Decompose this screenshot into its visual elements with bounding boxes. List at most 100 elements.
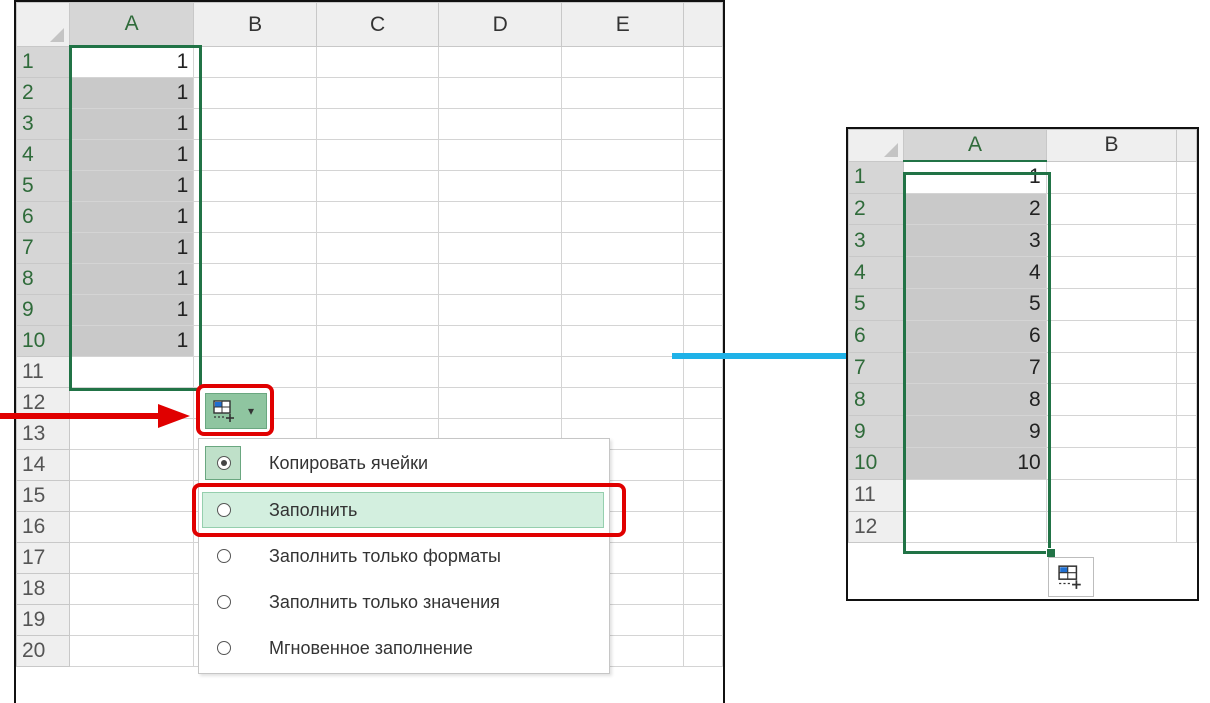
cell[interactable] <box>193 263 317 295</box>
row-header[interactable]: 9 <box>848 415 905 448</box>
cell[interactable] <box>1176 383 1197 417</box>
cell[interactable] <box>683 294 723 326</box>
cell[interactable] <box>315 294 440 326</box>
cell[interactable] <box>1176 510 1197 544</box>
row-header[interactable]: 18 <box>16 573 70 605</box>
cell-a10[interactable]: 1 <box>68 325 195 357</box>
row-header[interactable]: 20 <box>16 635 70 667</box>
cell-a9[interactable]: 1 <box>68 294 195 326</box>
cell-a4[interactable]: 4 <box>903 256 1047 289</box>
cell-a3[interactable]: 3 <box>903 224 1047 258</box>
cell[interactable] <box>683 573 723 605</box>
cell[interactable] <box>1176 287 1197 321</box>
row-header[interactable]: 12 <box>848 510 905 544</box>
cell[interactable] <box>438 108 562 140</box>
cell-a6[interactable]: 6 <box>903 319 1047 353</box>
cell[interactable] <box>68 449 195 481</box>
row-header[interactable]: 2 <box>16 77 70 109</box>
column-header-a[interactable]: A <box>903 129 1047 163</box>
row-header[interactable]: 11 <box>848 478 905 512</box>
cell[interactable] <box>560 170 685 202</box>
cell[interactable] <box>315 170 440 202</box>
column-header-c[interactable] <box>1176 129 1197 162</box>
cell[interactable] <box>683 232 723 264</box>
cell[interactable] <box>1176 351 1197 385</box>
cell[interactable] <box>1176 478 1197 512</box>
cell[interactable] <box>68 542 195 574</box>
cell[interactable] <box>1045 287 1178 321</box>
row-header[interactable]: 8 <box>16 263 70 295</box>
cell[interactable] <box>315 232 440 264</box>
select-all-corner[interactable] <box>16 2 70 47</box>
cell[interactable] <box>683 387 723 419</box>
cell[interactable] <box>438 387 562 419</box>
cell[interactable] <box>1045 510 1178 544</box>
cell[interactable] <box>1045 319 1178 353</box>
cell[interactable] <box>683 77 723 109</box>
cell[interactable] <box>683 635 723 667</box>
cell[interactable] <box>315 325 440 357</box>
cell-a5[interactable]: 5 <box>903 287 1047 321</box>
row-header[interactable]: 4 <box>16 139 70 171</box>
cell-a9[interactable]: 9 <box>903 415 1047 448</box>
cell[interactable] <box>315 108 440 140</box>
row-header[interactable]: 3 <box>16 108 70 140</box>
cell[interactable] <box>68 356 195 388</box>
cell[interactable] <box>560 356 685 388</box>
cell[interactable] <box>1045 478 1178 512</box>
row-header[interactable]: 6 <box>16 201 70 233</box>
cell[interactable] <box>1045 224 1178 258</box>
row-header[interactable]: 3 <box>848 224 905 258</box>
cell[interactable] <box>1045 192 1178 226</box>
cell[interactable] <box>683 201 723 233</box>
cell[interactable] <box>560 46 685 78</box>
cell[interactable] <box>438 232 562 264</box>
menu-item-copy-cells[interactable]: Копировать ячейки <box>199 441 609 487</box>
select-all-corner[interactable] <box>848 129 905 162</box>
cell-a8[interactable]: 8 <box>903 383 1047 417</box>
cell-a1[interactable]: 1 <box>903 160 1047 194</box>
cell[interactable] <box>560 263 685 295</box>
cell-a10[interactable]: 10 <box>903 446 1047 480</box>
cell[interactable] <box>1176 319 1197 353</box>
column-header-e[interactable]: E <box>560 2 685 47</box>
cell[interactable] <box>68 604 195 636</box>
row-header[interactable]: 10 <box>848 446 905 480</box>
cell[interactable] <box>1045 383 1178 417</box>
row-header[interactable]: 7 <box>16 232 70 264</box>
cell-a2[interactable]: 2 <box>903 192 1047 226</box>
cell-a7[interactable]: 1 <box>68 232 195 264</box>
cell[interactable] <box>683 46 723 78</box>
cell-a2[interactable]: 1 <box>68 77 195 109</box>
cell[interactable] <box>68 511 195 543</box>
column-header-a[interactable]: A <box>68 2 195 48</box>
cell-a3[interactable]: 1 <box>68 108 195 140</box>
cell[interactable] <box>560 139 685 171</box>
row-header[interactable]: 10 <box>16 325 70 357</box>
cell[interactable] <box>193 139 317 171</box>
cell[interactable] <box>438 263 562 295</box>
cell[interactable] <box>1045 446 1178 480</box>
cell[interactable] <box>193 325 317 357</box>
cell[interactable] <box>315 263 440 295</box>
cell[interactable] <box>1176 160 1197 194</box>
cell[interactable] <box>903 510 1047 544</box>
cell-a6[interactable]: 1 <box>68 201 195 233</box>
column-header-b[interactable]: B <box>193 2 317 47</box>
cell[interactable] <box>315 139 440 171</box>
cell-a5[interactable]: 1 <box>68 170 195 202</box>
cell[interactable] <box>315 387 440 419</box>
cell[interactable] <box>68 480 195 512</box>
cell[interactable] <box>1045 160 1178 194</box>
cell[interactable] <box>560 232 685 264</box>
row-header[interactable]: 1 <box>848 160 905 194</box>
cell[interactable] <box>1045 415 1178 448</box>
cell[interactable] <box>438 356 562 388</box>
row-header[interactable]: 7 <box>848 351 905 385</box>
cell[interactable] <box>193 232 317 264</box>
cell[interactable] <box>683 511 723 543</box>
menu-item-fill-formats-only[interactable]: Заполнить только форматы <box>199 534 609 580</box>
row-header[interactable]: 16 <box>16 511 70 543</box>
cell[interactable] <box>1176 446 1197 480</box>
cell-a1[interactable]: 1 <box>68 46 195 78</box>
